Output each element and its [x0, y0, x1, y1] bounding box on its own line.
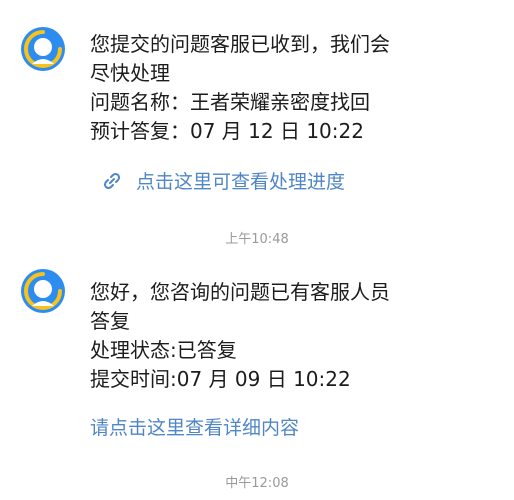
- avatar-service-1[interactable]: [20, 26, 66, 72]
- progress-link-label[interactable]: 点击这里可查看处理进度: [136, 167, 345, 194]
- message-line: 处理状态:已答复: [90, 338, 237, 362]
- detail-link[interactable]: 请点击这里查看详细内容: [90, 413, 299, 440]
- message-line: 您提交的问题客服已收到，我们会: [90, 32, 390, 56]
- message-line: 提交时间:07 月 09 日 10:22: [90, 367, 351, 391]
- message-line: 尽快处理: [90, 61, 170, 85]
- message-text-1: 您提交的问题客服已收到，我们会 尽快处理 问题名称：王者荣耀亲密度找回 预计答复…: [90, 30, 490, 146]
- timestamp-2: 中午12:08: [225, 476, 289, 491]
- message-line: 预计答复：07 月 12 日 10:22: [90, 119, 364, 143]
- message-text-2: 您好，您咨询的问题已有客服人员 答复 处理状态:已答复 提交时间:07 月 09…: [90, 278, 490, 394]
- progress-link[interactable]: 点击这里可查看处理进度: [102, 167, 345, 194]
- service-robot-icon: [21, 269, 65, 313]
- service-robot-icon: [21, 27, 65, 71]
- avatar-service-2[interactable]: [20, 268, 66, 314]
- link-icon: [102, 171, 122, 191]
- message-line: 问题名称：王者荣耀亲密度找回: [90, 90, 370, 114]
- message-line: 您好，您咨询的问题已有客服人员: [90, 280, 390, 304]
- message-line: 答复: [90, 309, 130, 333]
- timestamp-1: 上午10:48: [225, 232, 289, 247]
